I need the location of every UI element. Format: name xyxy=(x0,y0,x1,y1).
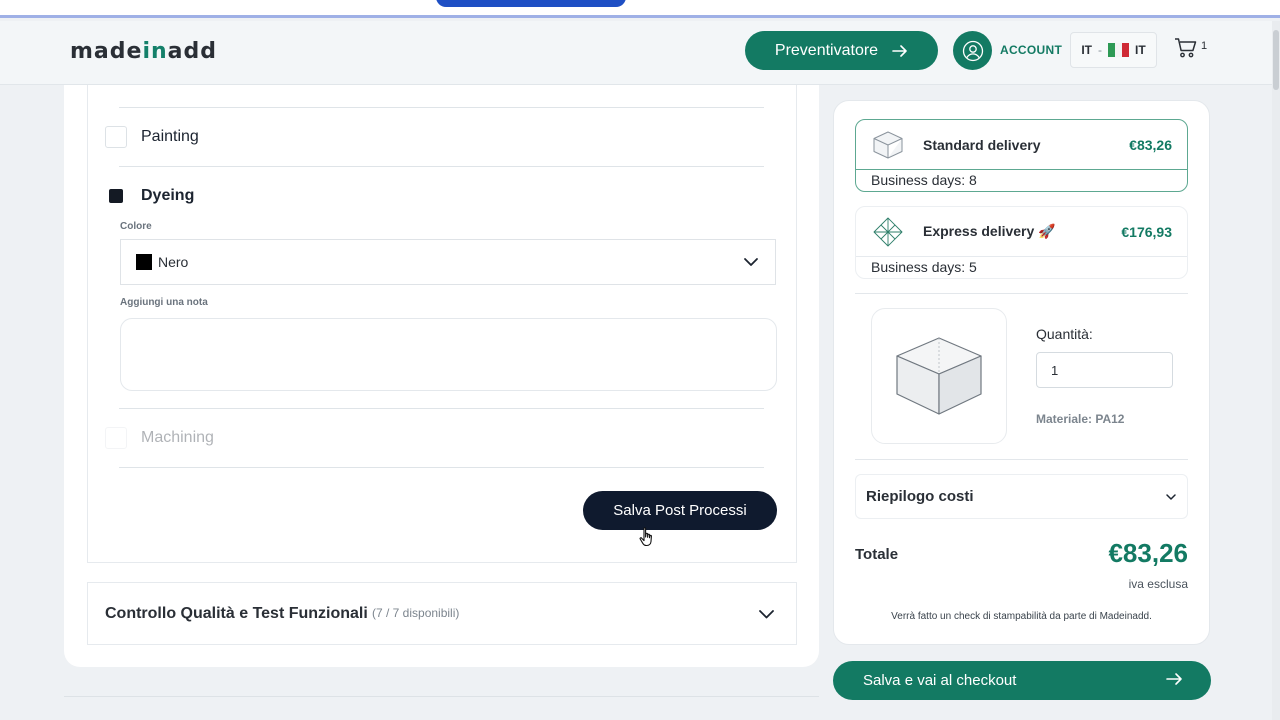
note-textarea[interactable] xyxy=(120,318,777,391)
option-painting[interactable]: Painting xyxy=(105,126,199,148)
save-post-processing-button[interactable]: Salva Post Processi xyxy=(583,491,777,530)
vat-note: iva esclusa xyxy=(1128,577,1188,591)
material-label: Materiale: PA12 xyxy=(1036,412,1125,426)
overlay-tab-pill xyxy=(436,0,626,7)
chevron-down-icon[interactable] xyxy=(758,606,775,622)
quality-control-count: (7 / 7 disponibili) xyxy=(372,606,460,620)
quantity-label: Quantità: xyxy=(1036,326,1093,342)
painting-checkbox[interactable] xyxy=(105,126,127,148)
checkout-button[interactable]: Salva e vai al checkout xyxy=(833,661,1211,700)
color-swatch xyxy=(136,254,152,270)
account-button[interactable] xyxy=(953,31,992,70)
dyeing-checkbox[interactable] xyxy=(109,189,123,203)
quantity-input[interactable]: 1 xyxy=(1036,352,1173,388)
cost-summary-toggle[interactable]: Riepilogo costi xyxy=(855,474,1188,519)
total-value: €83,26 xyxy=(1108,538,1188,568)
hand-cursor-icon xyxy=(639,527,652,547)
page-scrollbar[interactable] xyxy=(1272,21,1280,720)
italy-flag-icon xyxy=(1108,43,1129,57)
total-label: Totale xyxy=(855,546,899,563)
summary-divider xyxy=(855,293,1188,294)
madeinadd-logo[interactable]: madeinadd xyxy=(70,39,217,64)
chevron-down-icon xyxy=(1166,494,1176,500)
diamond-icon xyxy=(873,217,903,246)
delivery-option-standard[interactable]: Standard delivery €83,26 Business days: … xyxy=(855,119,1188,192)
option-divider xyxy=(119,107,764,108)
printability-check-note: Verrà fatto un check di stampabilità da … xyxy=(891,611,1152,622)
site-header: madeinadd Preventivatore ACCOUNT IT - IT… xyxy=(0,21,1280,85)
cart-icon[interactable] xyxy=(1174,37,1198,59)
browser-top-strip xyxy=(0,0,1280,18)
note-label: Aggiungi una nota xyxy=(120,297,208,308)
user-icon xyxy=(962,40,983,61)
account-label[interactable]: ACCOUNT xyxy=(1000,43,1062,57)
arrow-right-icon xyxy=(892,44,907,57)
machining-checkbox[interactable] xyxy=(105,427,127,449)
option-divider xyxy=(119,166,764,167)
delivery-option-express[interactable]: Express delivery 🚀 €176,93 Business days… xyxy=(855,206,1188,279)
summary-divider xyxy=(855,459,1188,460)
preventivatore-button[interactable]: Preventivatore xyxy=(745,31,938,70)
option-dyeing[interactable]: Dyeing xyxy=(105,185,194,207)
option-machining[interactable]: Machining xyxy=(105,427,214,449)
colore-label: Colore xyxy=(120,221,152,232)
cube-model-icon xyxy=(896,337,982,415)
option-divider xyxy=(119,467,764,468)
option-divider xyxy=(119,408,764,409)
color-select[interactable]: Nero xyxy=(120,239,776,285)
quality-control-title[interactable]: Controllo Qualità e Test Funzionali xyxy=(105,605,368,623)
section-divider xyxy=(64,696,819,697)
arrow-right-icon xyxy=(1166,673,1182,685)
scrollbar-thumb[interactable] xyxy=(1273,30,1279,90)
part-thumbnail[interactable] xyxy=(871,308,1007,444)
box-icon xyxy=(873,131,903,158)
language-selector[interactable]: IT - IT xyxy=(1070,32,1157,68)
cart-count-badge: 1 xyxy=(1201,40,1208,52)
chevron-down-icon xyxy=(744,258,758,266)
